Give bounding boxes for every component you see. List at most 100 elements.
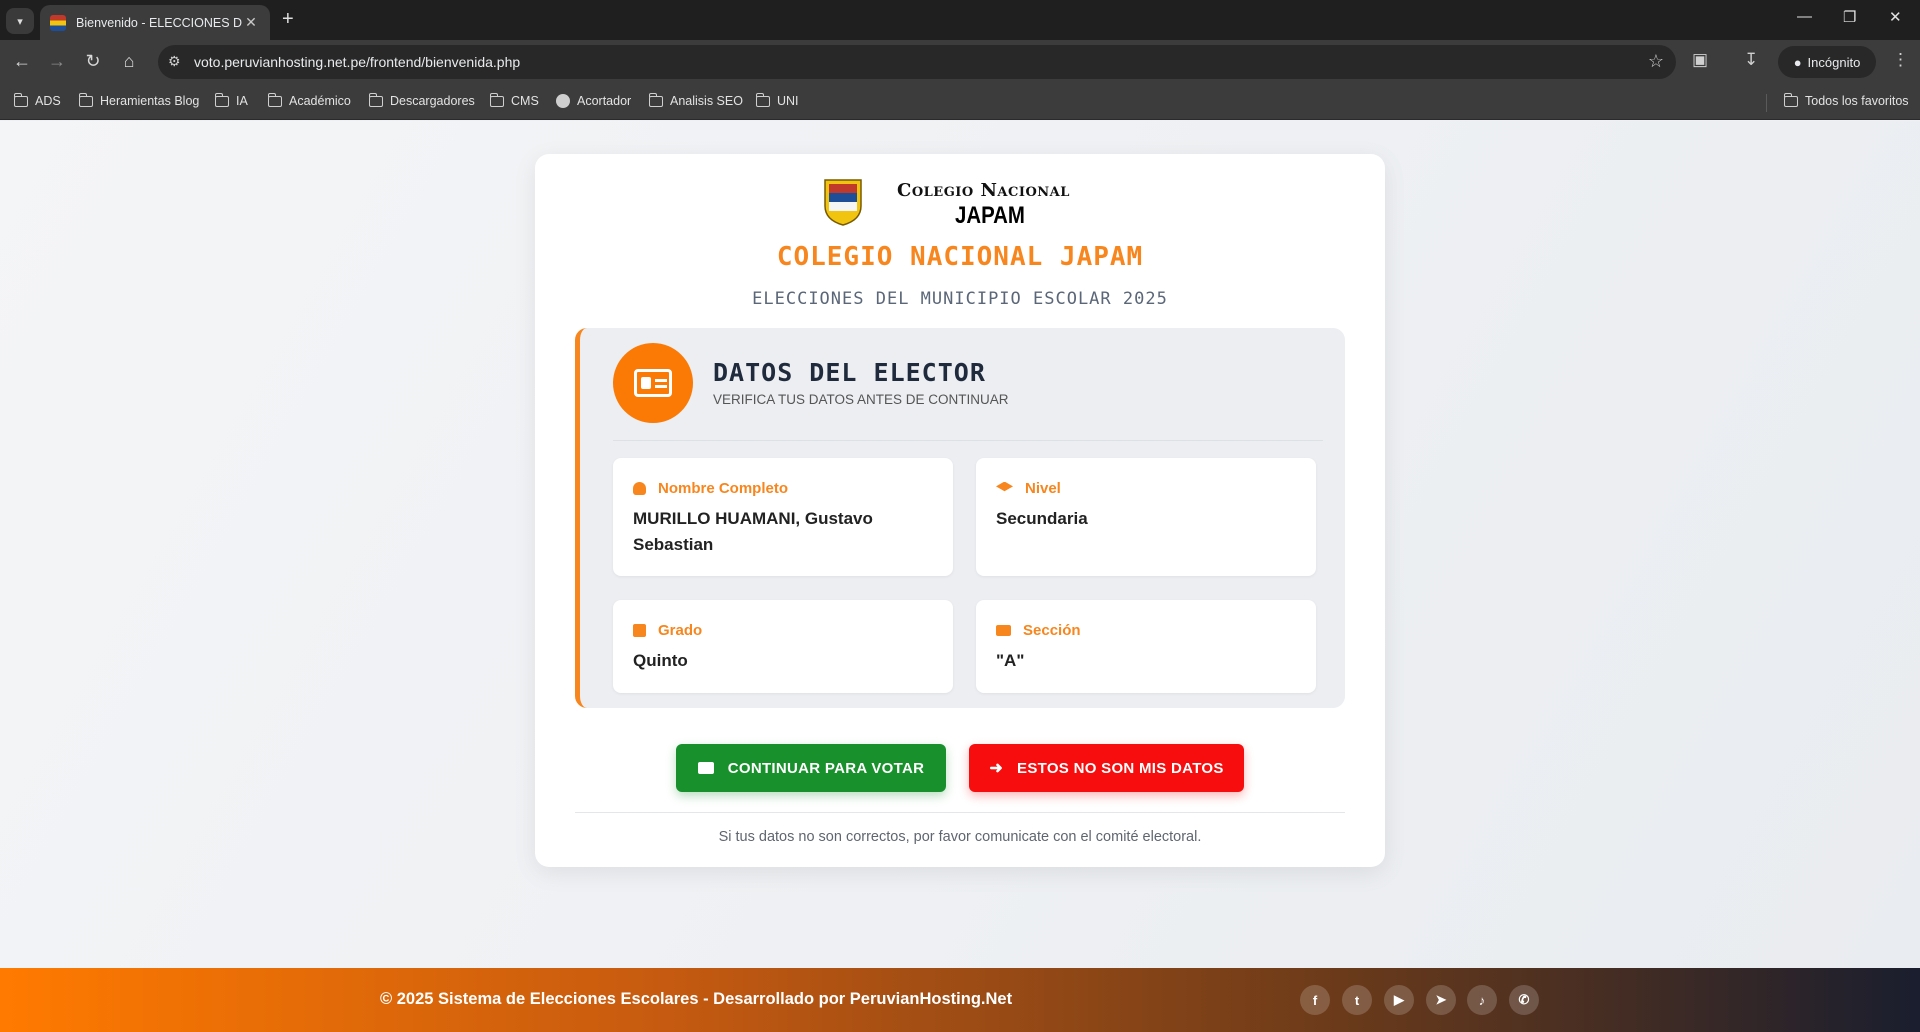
field-nivel: Nivel Secundaria	[976, 458, 1316, 576]
site-info-icon[interactable]: ⚙	[168, 53, 181, 70]
continue-to-vote-button[interactable]: CONTINUAR PARA VOTAR	[676, 744, 946, 792]
bookmark-academico[interactable]: Académico	[267, 92, 351, 108]
divider	[613, 440, 1323, 441]
id-card-icon	[634, 369, 672, 397]
welcome-card: Colegio Nacional JAPAM COLEGIO NACIONAL …	[535, 154, 1385, 867]
field-label-row: Nombre Completo	[633, 480, 788, 497]
not-my-data-button[interactable]: ➜ ESTOS NO SON MIS DATOS	[969, 744, 1244, 792]
window-close-icon[interactable]: ✕	[1889, 8, 1902, 26]
bookmarks-bar: ADS Heramientas Blog IA Académico Descar…	[0, 84, 1920, 120]
folder-icon	[489, 92, 504, 107]
folder-icon	[78, 92, 93, 107]
folder-icon	[648, 92, 663, 107]
twitter-icon[interactable]: t	[1342, 985, 1372, 1015]
page-subtitle: ELECCIONES DEL MUNICIPIO ESCOLAR 2025	[752, 289, 1168, 309]
close-icon[interactable]: ✕	[242, 14, 260, 31]
field-label: Nivel	[1025, 480, 1061, 497]
folder-icon	[1783, 92, 1798, 107]
field-label-row: Grado	[633, 622, 702, 639]
menu-icon[interactable]: ⋮	[1892, 50, 1909, 70]
facebook-icon[interactable]: f	[1300, 985, 1330, 1015]
school-name-line2: JAPAM	[955, 202, 1025, 229]
ballot-box-icon	[697, 762, 714, 774]
school-shield-icon	[824, 179, 862, 226]
field-value: Quinto	[633, 651, 688, 670]
field-label: Nombre Completo	[658, 480, 789, 497]
bookmark-herramientas[interactable]: Heramientas Blog	[78, 92, 200, 108]
book-icon	[633, 624, 646, 637]
bookmark-label: UNI	[777, 94, 799, 108]
folder-icon	[267, 92, 282, 107]
bookmark-label: Descargadores	[390, 94, 475, 108]
bookmark-ads[interactable]: ADS	[13, 92, 61, 108]
school-favicon-icon	[50, 14, 66, 31]
graduation-cap-icon	[996, 481, 1013, 492]
incognito-label: Incógnito	[1807, 54, 1861, 70]
url-text[interactable]: voto.peruvianhosting.net.pe/frontend/bie…	[194, 54, 520, 70]
field-label: Grado	[658, 622, 703, 639]
bookmark-label: IA	[236, 94, 248, 108]
address-bar[interactable]: ⚙ voto.peruvianhosting.net.pe/frontend/b…	[158, 45, 1676, 79]
browser-toolbar: ← → ↻ ⌂ ⚙ voto.peruvianhosting.net.pe/fr…	[0, 40, 1920, 84]
bookmark-uni[interactable]: UNI	[755, 92, 799, 108]
site-footer: © 2025 Sistema de Elecciones Escolares -…	[0, 968, 1920, 1032]
restore-icon[interactable]: ❐	[1843, 8, 1856, 26]
field-label-row: Nivel	[996, 480, 1061, 497]
field-value: Secundaria	[996, 509, 1088, 528]
folder-icon	[368, 92, 383, 107]
bookmark-label: Analisis SEO	[670, 94, 743, 108]
reload-icon[interactable]: ↻	[81, 51, 105, 72]
chalkboard-icon	[996, 625, 1011, 636]
incognito-icon: ●	[1793, 54, 1802, 70]
home-icon[interactable]: ⌂	[117, 51, 141, 72]
page-title: COLEGIO NACIONAL JAPAM	[776, 242, 1144, 272]
not-mine-label: ESTOS NO SON MIS DATOS	[1017, 759, 1224, 777]
back-icon[interactable]: ←	[10, 51, 34, 72]
youtube-icon[interactable]: ▶	[1384, 985, 1414, 1015]
telegram-icon[interactable]: ➤	[1426, 985, 1456, 1015]
bookmark-label: Académico	[289, 94, 351, 108]
bookmarks-separator	[1766, 94, 1767, 112]
bookmark-label: Heramientas Blog	[100, 94, 200, 108]
bookmark-label: Acortador	[577, 94, 632, 108]
minimize-icon[interactable]: —	[1797, 8, 1812, 25]
bookmark-cms[interactable]: CMS	[489, 92, 539, 108]
bookmark-label: Todos los favoritos	[1805, 94, 1909, 108]
bookmark-star-icon[interactable]: ☆	[1648, 51, 1664, 72]
elector-subtitle: VERIFICA TUS DATOS ANTES DE CONTINUAR	[713, 392, 1009, 407]
incognito-badge[interactable]: ● Incógnito	[1778, 46, 1876, 78]
field-value: "A"	[996, 651, 1025, 670]
bookmark-label: ADS	[35, 94, 61, 108]
bookmark-ia[interactable]: IA	[214, 92, 248, 108]
tab-search-button[interactable]: ▾	[6, 8, 34, 34]
tab-strip: ▾ Bienvenido - ELECCIONES DEL I ✕ + — ❐ …	[0, 0, 1920, 40]
tiktok-icon[interactable]: ♪	[1467, 985, 1497, 1015]
field-grado: Grado Quinto	[613, 600, 953, 693]
field-value: MURILLO HUAMANI, Gustavo Sebastian	[633, 509, 873, 554]
bookmark-descargadores[interactable]: Descargadores	[368, 92, 475, 108]
elector-panel: DATOS DEL ELECTOR VERIFICA TUS DATOS ANT…	[575, 328, 1345, 708]
user-icon	[633, 482, 646, 495]
bookmark-acortador[interactable]: Acortador	[556, 94, 631, 108]
divider	[575, 812, 1345, 813]
id-card-avatar	[613, 343, 693, 423]
download-icon[interactable]: ↧	[1744, 50, 1758, 70]
forward-icon[interactable]: →	[45, 51, 69, 72]
bookmark-analisis-seo[interactable]: Analisis SEO	[648, 92, 743, 108]
continue-label: CONTINUAR PARA VOTAR	[727, 759, 925, 777]
active-tab[interactable]: Bienvenido - ELECCIONES DEL I ✕	[40, 5, 270, 40]
extensions-icon[interactable]: ▣	[1692, 50, 1708, 70]
new-tab-button[interactable]: +	[282, 8, 294, 31]
school-name-line1: Colegio Nacional	[897, 180, 1070, 201]
field-nombre-completo: Nombre Completo MURILLO HUAMANI, Gustavo…	[613, 458, 953, 576]
elector-title: DATOS DEL ELECTOR	[713, 358, 986, 387]
page-body: Colegio Nacional JAPAM COLEGIO NACIONAL …	[0, 121, 1920, 968]
field-label-row: Sección	[996, 622, 1081, 639]
all-bookmarks[interactable]: Todos los favoritos	[1783, 92, 1909, 108]
field-label: Sección	[1023, 622, 1081, 639]
folder-icon	[755, 92, 770, 107]
field-seccion: Sección "A"	[976, 600, 1316, 693]
whatsapp-icon[interactable]: ✆	[1509, 985, 1539, 1015]
globe-icon	[556, 94, 570, 108]
tab-title: Bienvenido - ELECCIONES DEL I	[76, 15, 242, 30]
